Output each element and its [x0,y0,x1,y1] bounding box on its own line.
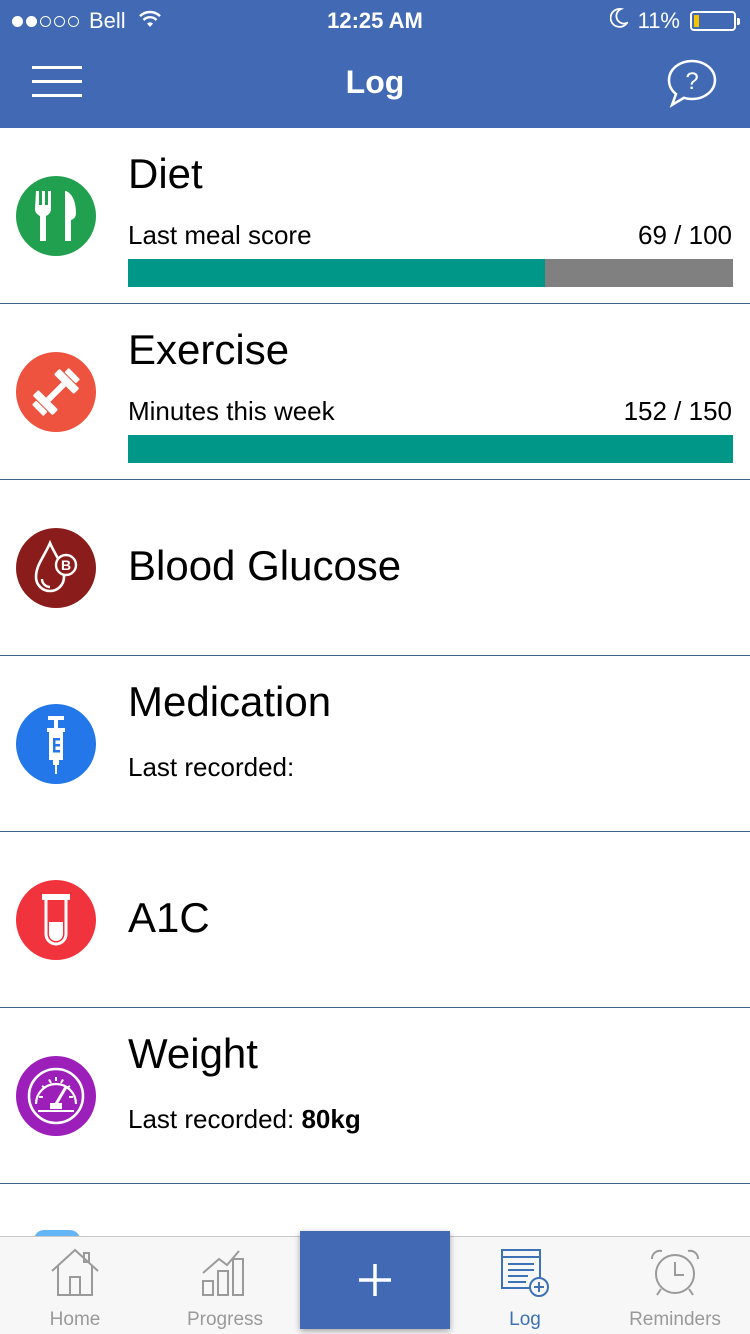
home-icon [49,1247,101,1302]
svg-text:?: ? [685,68,698,95]
list-item-diet[interactable]: Diet Last meal score 69 / 100 [0,128,750,304]
add-entry-button[interactable] [300,1231,450,1329]
list-item-a1c[interactable]: A1C [0,832,750,1008]
svg-text:B: B [61,557,71,573]
help-icon: ? [667,59,717,108]
row-value: 152 / 150 [623,396,732,426]
row-subtitle: Minutes this week [128,396,335,426]
tab-label: Reminders [629,1309,721,1330]
row-title: Diet [128,150,203,197]
dumbbell-icon [16,352,96,432]
progress-fill [128,259,546,287]
top-bar: Bell 12:25 AM 11% Log ? [0,0,750,128]
tab-label: Log [509,1309,541,1330]
row-title: Blood Glucose [128,542,402,589]
tab-label: Home [49,1309,101,1330]
help-button[interactable]: ? [666,58,718,108]
list-item-blood-glucose[interactable]: B Blood Glucose [0,480,750,656]
list-item-weight[interactable]: Weight Last recorded: 80kg [0,1008,750,1184]
list-item-medication[interactable]: Medication Last recorded: [0,656,750,832]
row-title: Medication [128,678,332,725]
row-title: Exercise [128,326,290,373]
tab-label: Progress [186,1309,264,1330]
row-subtitle: Last recorded: 80kg [128,1104,361,1135]
test-tube-icon [16,880,96,960]
progress-bar [128,435,733,463]
tab-log[interactable]: Log [450,1237,600,1334]
tab-home[interactable]: Home [0,1237,150,1334]
page-title: Log [345,64,405,100]
log-list: Diet Last meal score 69 / 100 Exercise M… [0,128,750,1184]
row-title: Weight [128,1030,258,1077]
tab-progress[interactable]: Progress [150,1237,300,1334]
row-subtitle: Last recorded: [128,752,295,782]
subtitle-value: 80kg [301,1104,361,1134]
bar-chart-icon [199,1247,251,1302]
progress-bar [128,259,733,287]
blood-drop-icon: B [16,528,96,608]
plus-icon [359,1264,391,1296]
moon-icon [609,8,630,34]
row-title: A1C [128,894,210,941]
scale-gauge-icon [16,1056,96,1136]
tab-reminders[interactable]: Reminders [600,1237,750,1334]
progress-fill [128,435,733,463]
battery-icon [690,11,740,31]
status-bar: Bell 12:25 AM 11% [0,0,750,40]
list-item-exercise[interactable]: Exercise Minutes this week 152 / 150 [0,304,750,480]
fork-knife-icon [16,176,96,256]
battery-percent: 11% [637,8,680,33]
row-value: 69 / 100 [638,220,732,250]
subtitle-label: Last recorded: [128,1104,302,1134]
alarm-clock-icon [648,1247,702,1304]
row-subtitle: Last meal score [128,220,312,250]
log-list-icon [498,1247,552,1304]
syringe-icon [16,704,96,784]
